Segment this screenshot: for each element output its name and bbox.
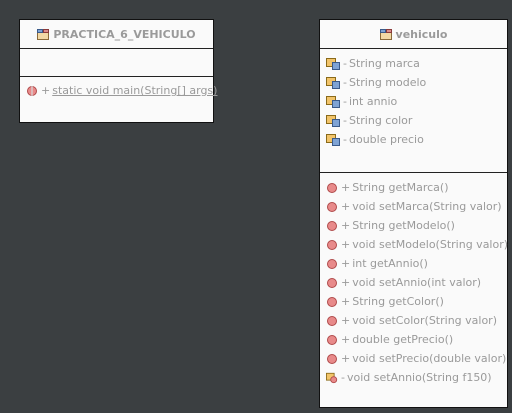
field-row[interactable]: - String color <box>320 111 507 130</box>
visibility-marker: + <box>341 257 351 270</box>
method-row[interactable]: + void setMarca(String valor) <box>320 197 507 216</box>
visibility-marker: + <box>341 314 351 327</box>
method-icon <box>327 353 337 364</box>
method-signature: double getPrecio() <box>352 333 454 346</box>
method-row[interactable]: + void setAnnio(int valor) <box>320 273 507 292</box>
method-signature: int getAnnio() <box>352 257 428 270</box>
method-row[interactable]: + void setModelo(String valor) <box>320 235 509 254</box>
class-box-vehiculo[interactable]: vehiculo - String marca - String modelo … <box>319 19 508 408</box>
field-text: String marca <box>348 57 420 70</box>
visibility-marker: + <box>341 352 351 365</box>
visibility-marker: + <box>341 219 351 232</box>
method-row[interactable]: + String getMarca() <box>320 178 507 197</box>
field-row[interactable]: - int annio <box>320 92 507 111</box>
method-row[interactable]: + double getPrecio() <box>320 330 507 349</box>
visibility-marker: - <box>343 57 347 70</box>
class-name: PRACTICA_6_VEHICULO <box>53 27 196 41</box>
field-text: double precio <box>348 133 424 146</box>
visibility-marker: - <box>341 371 345 384</box>
visibility-marker: - <box>343 114 347 127</box>
field-icon <box>326 57 340 70</box>
field-text: String color <box>348 114 413 127</box>
methods-section: + String getMarca() + void setMarca(Stri… <box>320 173 509 387</box>
method-row[interactable]: + void setPrecio(double valor) <box>320 349 507 368</box>
method-row[interactable]: + static void main(String[] args) <box>20 81 217 100</box>
method-signature: void setMarca(String valor) <box>352 200 502 213</box>
visibility-marker: + <box>341 200 351 213</box>
class-icon <box>37 28 50 40</box>
class-box-practica-6-vehiculo[interactable]: PRACTICA_6_VEHICULO + static void main(S… <box>19 19 217 123</box>
private-method-icon <box>326 372 338 383</box>
method-signature: void setAnnio(int valor) <box>352 276 482 289</box>
field-icon <box>326 133 340 146</box>
method-icon <box>327 239 337 250</box>
method-row[interactable]: + void setColor(String valor) <box>320 311 507 330</box>
field-row[interactable]: - String modelo <box>320 73 507 92</box>
class-icon <box>379 28 392 40</box>
field-icon <box>326 76 340 89</box>
method-icon <box>327 201 337 212</box>
method-signature: void setModelo(String valor) <box>352 238 509 251</box>
method-signature: void setColor(String valor) <box>352 314 497 327</box>
method-row[interactable]: + String getModelo() <box>320 216 507 235</box>
visibility-marker: + <box>341 181 351 194</box>
methods-section: + static void main(String[] args) <box>20 77 217 100</box>
method-icon <box>327 334 337 345</box>
method-row[interactable]: + int getAnnio() <box>320 254 507 273</box>
field-row[interactable]: - String marca <box>320 54 507 73</box>
visibility-marker: + <box>341 333 351 346</box>
field-icon <box>326 114 340 127</box>
method-icon <box>27 85 37 96</box>
field-row[interactable]: - double precio <box>320 130 507 149</box>
method-signature: String getColor() <box>352 295 444 308</box>
method-row[interactable]: + String getColor() <box>320 292 507 311</box>
visibility-marker: + <box>341 238 351 251</box>
visibility-marker: - <box>343 133 347 146</box>
method-icon <box>327 277 337 288</box>
class-header[interactable]: PRACTICA_6_VEHICULO <box>20 20 213 49</box>
attributes-section: - String marca - String modelo - int ann… <box>320 49 507 173</box>
method-signature: void setPrecio(double valor) <box>352 352 507 365</box>
attributes-section <box>20 49 213 77</box>
method-signature: void setAnnio(String f150) <box>346 371 492 384</box>
method-icon <box>327 182 337 193</box>
method-row[interactable]: - void setAnnio(String f150) <box>320 368 507 387</box>
field-icon <box>326 95 340 108</box>
class-header[interactable]: vehiculo <box>320 20 507 49</box>
field-text: String modelo <box>348 76 427 89</box>
visibility-marker: - <box>343 95 347 108</box>
field-text: int annio <box>348 95 398 108</box>
method-icon <box>327 220 337 231</box>
method-signature: String getModelo() <box>352 219 455 232</box>
visibility-marker: - <box>343 76 347 89</box>
visibility-marker: + <box>41 84 51 97</box>
method-icon <box>327 315 337 326</box>
class-name: vehiculo <box>395 27 448 41</box>
method-icon <box>327 296 337 307</box>
method-signature: String getMarca() <box>352 181 449 194</box>
method-signature: static void main(String[] args) <box>52 84 218 97</box>
method-icon <box>327 258 337 269</box>
visibility-marker: + <box>341 276 351 289</box>
visibility-marker: + <box>341 295 351 308</box>
